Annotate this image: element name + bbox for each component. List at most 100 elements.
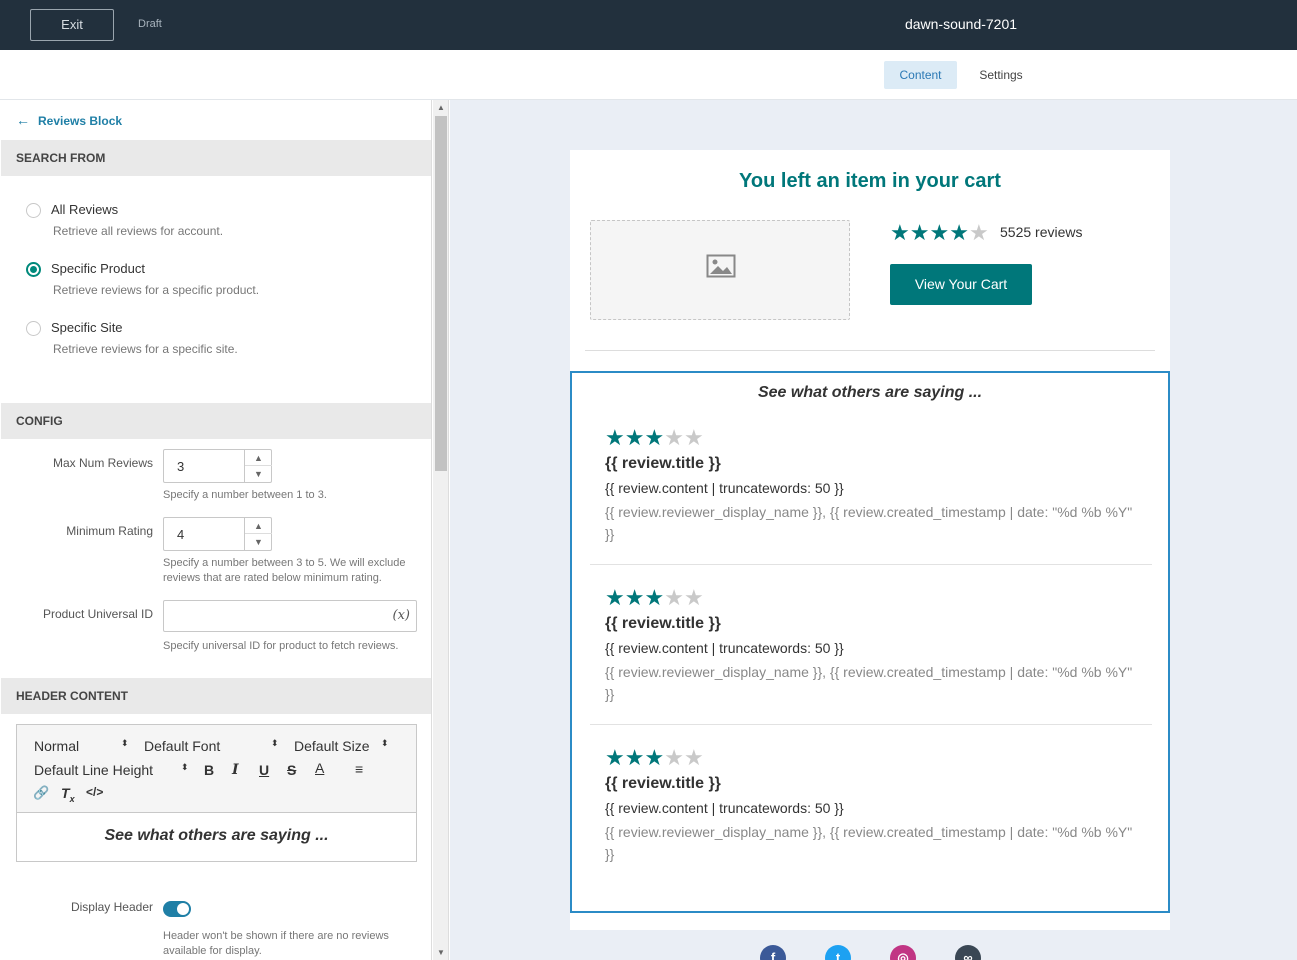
reviews-heading: See what others are saying ...	[757, 384, 983, 401]
size-select[interactable]: Default Size	[294, 738, 369, 754]
format-select[interactable]: Normal	[34, 738, 79, 754]
decrement-icon[interactable]: ▼	[245, 534, 272, 550]
star-filled-icon: ★	[605, 425, 625, 450]
review-content: {{ review.content | truncatewords: 50 }}	[605, 480, 844, 496]
radio-label-specific-product[interactable]: Specific Product	[51, 261, 145, 276]
star-filled-icon: ★	[909, 220, 930, 245]
star-filled-icon: ★	[624, 745, 645, 770]
code-view-icon[interactable]: </>	[86, 785, 103, 799]
review-divider	[590, 724, 1152, 725]
review-rating-stars: ★★★★★	[605, 585, 704, 611]
select-arrows-icon: ⬍	[121, 738, 129, 748]
email-preview-canvas: You left an item in your cart ★★★★★ 5525…	[450, 100, 1297, 960]
radio-specific-site[interactable]	[26, 321, 41, 336]
max-num-reviews-input[interactable]: 3 ▲ ▼	[163, 449, 272, 483]
max-num-reviews-help: Specify a number between 1 to 3.	[163, 489, 327, 501]
email-title[interactable]: You left an item in your cart	[570, 170, 1170, 193]
star-empty-icon: ★	[664, 585, 684, 610]
review-meta: {{ review.reviewer_display_name }}, {{ r…	[605, 664, 1133, 702]
max-num-reviews-spinner: ▲ ▼	[244, 450, 272, 482]
star-empty-icon: ★	[664, 745, 684, 770]
sidebar-scrollbar[interactable]: ▲ ▼	[433, 100, 449, 960]
align-left-icon[interactable]: ≡	[355, 761, 363, 777]
minimum-rating-help: Specify a number between 3 to 5. We will…	[163, 557, 406, 584]
star-filled-icon: ★	[605, 745, 625, 770]
email-body: You left an item in your cart ★★★★★ 5525…	[570, 150, 1170, 930]
increment-icon[interactable]: ▲	[245, 518, 272, 534]
exit-button[interactable]: Exit	[30, 9, 114, 41]
bold-icon[interactable]: B	[204, 762, 214, 778]
underline-icon[interactable]: U	[259, 762, 269, 778]
scrollbar-thumb[interactable]	[435, 116, 447, 471]
font-select[interactable]: Default Font	[144, 738, 220, 754]
star-empty-icon: ★	[683, 585, 704, 610]
image-icon	[706, 254, 736, 278]
line-height-select[interactable]: Default Line Height	[34, 762, 153, 778]
header-rich-text-editor: Normal ⬍ Default Font ⬍ Default Size ⬍ D…	[16, 724, 417, 862]
section-heading-search-from: SEARCH FROM	[1, 140, 431, 176]
radio-desc-specific-product: Retrieve reviews for a specific product.	[53, 283, 260, 297]
product-universal-id-label: Product Universal ID	[42, 607, 153, 621]
review-divider	[590, 564, 1152, 565]
minimum-rating-spinner: ▲ ▼	[244, 518, 272, 550]
decrement-icon[interactable]: ▼	[245, 466, 272, 482]
tab-content[interactable]: Content	[884, 61, 957, 89]
image-placeholder[interactable]	[590, 220, 850, 320]
radio-label-specific-site[interactable]: Specific Site	[51, 320, 123, 335]
review-title: {{ review.title }}	[605, 615, 721, 632]
strikethrough-icon[interactable]: S	[287, 762, 296, 778]
star-empty-icon: ★	[664, 425, 684, 450]
back-link[interactable]: ← Reviews Block	[16, 112, 122, 128]
radio-all-reviews[interactable]	[26, 203, 41, 218]
review-content: {{ review.content | truncatewords: 50 }}	[605, 800, 844, 816]
scroll-down-icon[interactable]: ▼	[437, 948, 445, 957]
max-num-reviews-label: Max Num Reviews	[52, 456, 153, 470]
star-filled-icon: ★	[644, 745, 665, 770]
tab-settings[interactable]: Settings	[966, 61, 1036, 89]
minimum-rating-value: 4	[177, 527, 185, 542]
text-color-icon[interactable]: A	[315, 760, 324, 776]
max-num-reviews-value: 3	[177, 459, 185, 474]
product-universal-id-input[interactable]: (x)	[163, 600, 417, 632]
star-empty-icon: ★	[968, 220, 989, 245]
document-title[interactable]: dawn-sound-7201	[880, 16, 1042, 32]
radio-desc-specific-site: Retrieve reviews for a specific site.	[53, 342, 238, 356]
twitter-icon[interactable]: t	[825, 945, 851, 960]
star-filled-icon: ★	[949, 220, 969, 245]
scroll-up-icon[interactable]: ▲	[437, 103, 445, 112]
clear-formatting-icon[interactable]: Tx	[61, 785, 75, 804]
star-filled-icon: ★	[624, 425, 645, 450]
minimum-rating-input[interactable]: 4 ▲ ▼	[163, 517, 272, 551]
review-meta: {{ review.reviewer_display_name }}, {{ r…	[605, 824, 1133, 862]
back-link-label: Reviews Block	[38, 114, 123, 128]
radio-label-all-reviews[interactable]: All Reviews	[51, 202, 118, 217]
star-filled-icon: ★	[644, 425, 665, 450]
review-title: {{ review.title }}	[605, 455, 721, 472]
facebook-icon[interactable]: f	[760, 945, 786, 960]
increment-icon[interactable]: ▲	[245, 450, 272, 466]
section-heading-header-content: HEADER CONTENT	[1, 678, 431, 714]
review-title: {{ review.title }}	[605, 775, 721, 792]
instagram-icon[interactable]: ◎	[890, 945, 916, 960]
italic-icon[interactable]: I	[232, 762, 239, 778]
reviews-block[interactable]: See what others are saying ... ★★★★★ {{ …	[570, 371, 1170, 913]
link-icon[interactable]: 🔗	[33, 785, 49, 801]
star-filled-icon: ★	[890, 220, 910, 245]
editor-toolbar: Normal ⬍ Default Font ⬍ Default Size ⬍ D…	[17, 725, 416, 813]
star-filled-icon: ★	[929, 220, 950, 245]
display-header-label: Display Header	[70, 900, 153, 914]
display-header-toggle[interactable]	[163, 901, 191, 917]
tab-bar: Content Settings	[0, 50, 1297, 100]
variable-insert-icon[interactable]: (x)	[393, 608, 410, 623]
draft-status: Draft	[138, 18, 162, 30]
radio-desc-all-reviews: Retrieve all reviews for account.	[53, 224, 224, 238]
editor-content[interactable]: See what others are saying ...	[17, 827, 416, 845]
link-icon[interactable]: ∞	[955, 945, 981, 960]
review-count: 5525 reviews	[1000, 224, 1083, 240]
star-empty-icon: ★	[683, 745, 704, 770]
view-cart-button[interactable]: View Your Cart	[890, 264, 1032, 305]
radio-specific-product[interactable]	[26, 262, 41, 277]
product-rating-stars: ★★★★★	[890, 220, 989, 246]
divider	[585, 350, 1155, 351]
section-heading-config: CONFIG	[1, 403, 431, 439]
